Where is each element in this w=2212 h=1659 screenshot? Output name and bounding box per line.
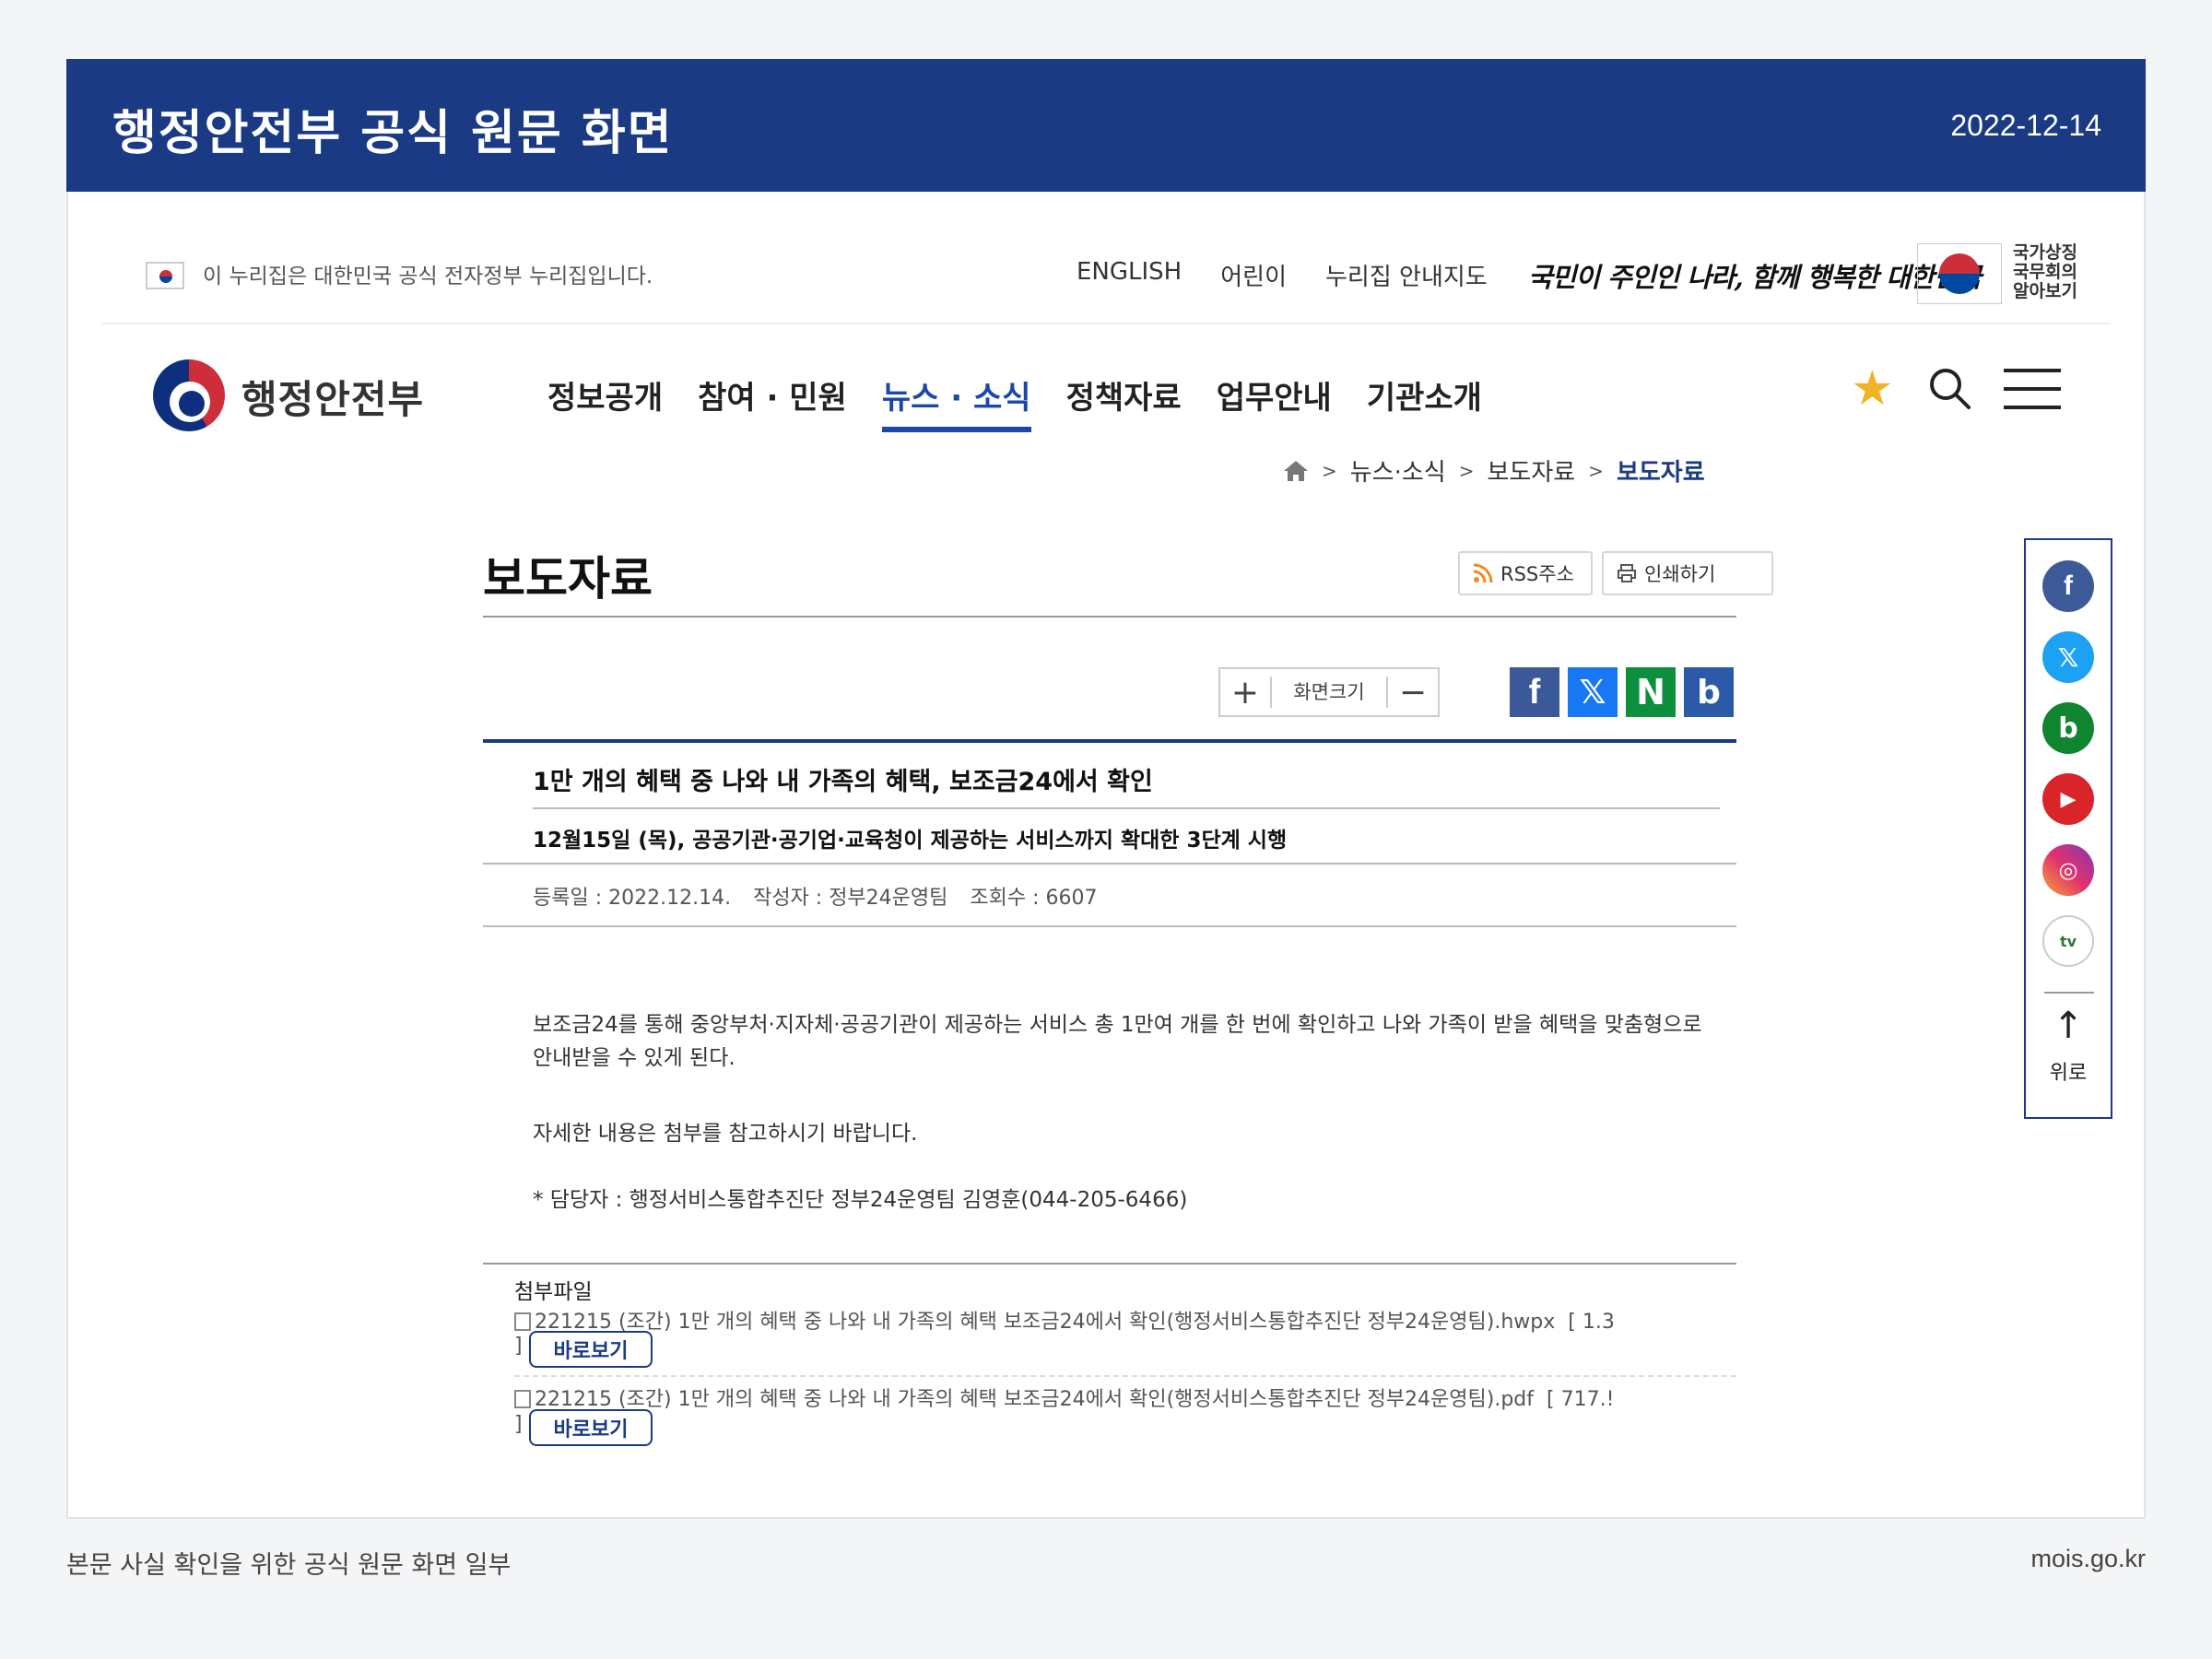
breadcrumb: > 뉴스·소식 > 보도자료 > 보도자료: [1283, 453, 1705, 488]
file-icon: [514, 1390, 531, 1408]
nav-item-policy[interactable]: 정책자료: [1066, 372, 1182, 432]
star-icon[interactable]: ★: [1851, 361, 1894, 417]
article-body-paragraph: 보조금24를 통해 중앙부처·지자체·공공기관이 제공하는 서비스 총 1만여 …: [533, 1013, 1702, 1070]
print-label: 인쇄하기: [1644, 563, 1716, 585]
attachment-size-close: ]: [514, 1335, 523, 1358]
ministry-logo-icon[interactable]: [153, 359, 225, 431]
nav-item-news[interactable]: 뉴스 · 소식: [881, 372, 1031, 432]
printer-icon: [1618, 564, 1636, 582]
breadcrumb-separator: >: [1588, 459, 1604, 482]
nav-item-about[interactable]: 기관소개: [1367, 372, 1482, 432]
share-facebook-button[interactable]: f: [1510, 667, 1559, 717]
article-body-paragraph: 자세한 내용은 첨부를 참고하시기 바랍니다.: [533, 1122, 918, 1146]
nav-item-work[interactable]: 업무안내: [1217, 372, 1332, 432]
attachment-filename[interactable]: 221215 (조간) 1만 개의 혜택 중 나와 내 가족의 혜택 보조금24…: [535, 1388, 1534, 1411]
divider: [514, 1375, 1736, 1377]
divider: [2044, 992, 2094, 994]
view-attachment-button[interactable]: 바로보기: [529, 1409, 653, 1446]
nav-item-info[interactable]: 정보공개: [547, 372, 663, 432]
search-icon[interactable]: [1926, 365, 1972, 411]
banner-date: 2022-12-14: [1950, 109, 2101, 142]
rss-label: RSS주소: [1500, 563, 1574, 585]
breadcrumb-press[interactable]: 보도자료: [1487, 453, 1575, 488]
divider: [483, 925, 1736, 927]
ministry-logo-text[interactable]: 행정안전부: [241, 369, 424, 425]
header-banner: 행정안전부 공식 원문 화면 2022-12-14: [66, 59, 2146, 192]
home-icon[interactable]: [1283, 459, 1309, 483]
util-links: ENGLISH 어린이 누리집 안내지도: [1077, 258, 1488, 292]
korea-flag-icon: [146, 262, 184, 289]
article-contact: * 담당자 : 행정서비스통합추진단 정부24운영팀 김영훈(044-205-6…: [533, 1188, 1188, 1212]
divider: [483, 863, 1736, 865]
national-symbol-button[interactable]: [1917, 243, 2002, 304]
divider: [483, 616, 1736, 618]
font-size-label: 화면크기: [1270, 677, 1388, 708]
image-source: mois.go.kr: [2030, 1545, 2146, 1572]
attachment-row: 221215 (조간) 1만 개의 혜택 중 나와 내 가족의 혜택 보조금24…: [514, 1305, 1736, 1335]
article-author: 작성자 : 정부24운영팀: [753, 887, 948, 910]
util-link-kids[interactable]: 어린이: [1220, 258, 1287, 292]
instagram-icon[interactable]: ◎: [2042, 844, 2094, 896]
rss-icon: [1473, 563, 1493, 583]
article-title: 1만 개의 혜택 중 나와 내 가족의 혜택, 보조금24에서 확인: [533, 768, 1153, 796]
scroll-top-button[interactable]: 위로: [2026, 1056, 2111, 1086]
attachment-size-close: ]: [514, 1413, 523, 1436]
breadcrumb-current[interactable]: 보도자료: [1617, 453, 1705, 488]
attachment-filename[interactable]: 221215 (조간) 1만 개의 혜택 중 나와 내 가족의 혜택 보조금24…: [535, 1311, 1555, 1334]
divider: [483, 1263, 1736, 1265]
breadcrumb-separator: >: [1458, 459, 1475, 482]
tv-icon[interactable]: tv: [2042, 915, 2094, 967]
banner-title: 행정안전부 공식 원문 화면: [112, 106, 674, 161]
share-band-button[interactable]: b: [1684, 667, 1734, 717]
attachment-row: 221215 (조간) 1만 개의 혜택 중 나와 내 가족의 혜택 보조금24…: [514, 1382, 1736, 1412]
file-icon: [514, 1312, 531, 1331]
divider: [533, 807, 1720, 809]
page-title: 보도자료: [483, 552, 653, 606]
youtube-icon[interactable]: ▶: [2042, 773, 2094, 825]
divider: [101, 323, 2111, 324]
taegeukgi-icon: [1939, 253, 1980, 294]
article-subtitle: 12월15일 (목), 공공기관·공기업·교육청이 제공하는 서비스까지 확대한…: [533, 829, 1288, 853]
rss-button[interactable]: RSS주소: [1458, 551, 1593, 595]
main-nav: 정보공개 참여 · 민원 뉴스 · 소식 정책자료 업무안내 기관소개: [547, 372, 1482, 432]
article-views: 조회수 : 6607: [970, 887, 1098, 910]
breadcrumb-separator: >: [1322, 459, 1337, 482]
attachment-size: [ 717.!: [1547, 1388, 1615, 1411]
nav-item-participation[interactable]: 참여 · 민원: [698, 372, 847, 432]
util-link-sitemap[interactable]: 누리집 안내지도: [1325, 258, 1488, 292]
blog-icon[interactable]: b: [2042, 702, 2094, 754]
national-symbol-label[interactable]: 국가상징 국무회의 알아보기: [2013, 243, 2077, 301]
font-size-increase-button[interactable]: +: [1220, 669, 1270, 715]
x-icon[interactable]: 𝕏: [2042, 631, 2094, 683]
sns-sidebar: f 𝕏 b ▶ ◎ tv ↑ 위로: [2024, 538, 2112, 1119]
breadcrumb-news[interactable]: 뉴스·소식: [1350, 453, 1446, 488]
menu-icon[interactable]: [2004, 369, 2061, 411]
article-date: 등록일 : 2022.12.14.: [533, 887, 732, 910]
font-size-control: + 화면크기 −: [1218, 667, 1440, 717]
government-slogan: 국민이 주인인 나라, 함께 행복한 대한민국: [1528, 262, 1982, 293]
attachment-size: [ 1.3: [1568, 1311, 1615, 1334]
share-naver-button[interactable]: N: [1626, 667, 1676, 717]
article-top-border: [483, 739, 1736, 743]
facebook-icon[interactable]: f: [2042, 560, 2094, 612]
gov-notice[interactable]: 이 누리집은 대한민국 공식 전자정부 누리집입니다.: [203, 258, 653, 289]
article-meta: 등록일 : 2022.12.14. 작성자 : 정부24운영팀 조회수 : 66…: [533, 881, 1098, 911]
share-x-button[interactable]: 𝕏: [1568, 667, 1618, 717]
util-link-english[interactable]: ENGLISH: [1077, 258, 1182, 292]
image-caption: 본문 사실 확인을 위한 공식 원문 화면 일부: [66, 1551, 512, 1580]
attachments-label: 첨부파일: [514, 1280, 593, 1304]
arrow-up-icon[interactable]: ↑: [2026, 1005, 2111, 1047]
view-attachment-button[interactable]: 바로보기: [529, 1331, 653, 1368]
website-screenshot: 이 누리집은 대한민국 공식 전자정부 누리집입니다. ENGLISH 어린이 …: [66, 192, 2146, 1519]
font-size-decrease-button[interactable]: −: [1388, 669, 1438, 715]
print-button[interactable]: 인쇄하기: [1602, 551, 1773, 595]
